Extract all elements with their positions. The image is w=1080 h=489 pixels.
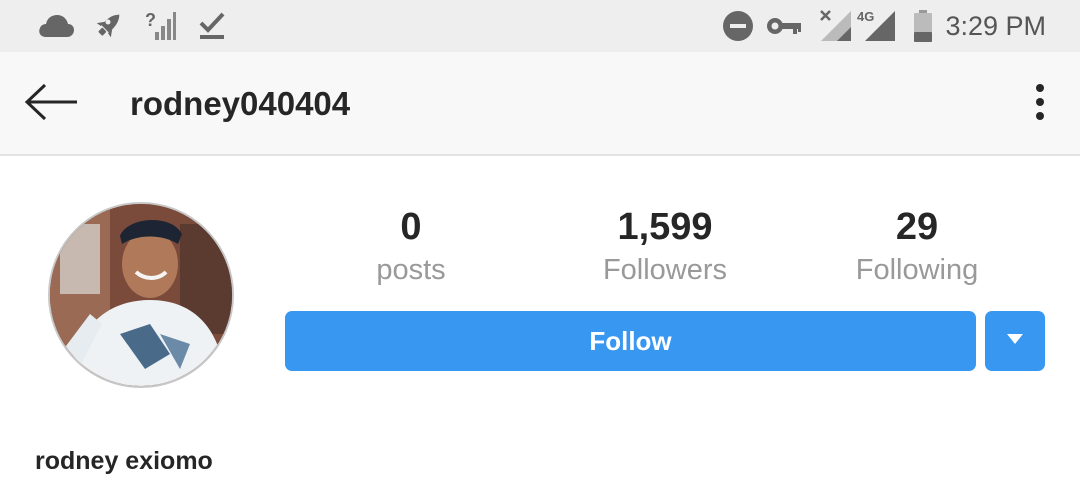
svg-text:?: ? — [145, 10, 156, 30]
caret-down-icon — [1006, 332, 1024, 350]
more-options-button[interactable] — [1020, 80, 1060, 128]
4g-signal-icon: 4G — [856, 8, 898, 44]
stat-following[interactable]: 29 Following — [797, 200, 1037, 290]
follow-button-label: Follow — [589, 325, 672, 356]
following-count: 29 — [895, 206, 939, 248]
avatar[interactable] — [48, 202, 234, 388]
no-sim-signal-icon — [816, 8, 854, 44]
more-vertical-icon — [1035, 83, 1045, 125]
page-title: rodney040404 — [130, 85, 351, 122]
status-bar: ? 4G 3:29 PM — [0, 0, 1080, 52]
network-type-label: 4G — [857, 9, 874, 24]
followers-count: 1,599 — [617, 206, 713, 248]
followers-label: Followers — [602, 254, 728, 286]
suggested-users-dropdown-button[interactable] — [985, 311, 1045, 371]
no-signal-question-icon: ? — [144, 8, 178, 44]
vpn-key-icon — [764, 8, 804, 44]
download-done-icon — [194, 8, 230, 44]
do-not-disturb-icon — [720, 8, 756, 44]
cloud-icon — [36, 8, 76, 44]
stat-posts[interactable]: 0 posts — [291, 200, 531, 290]
stat-followers[interactable]: 1,599 Followers — [545, 200, 785, 290]
profile-full-name: rodney exiomo — [35, 447, 213, 475]
battery-icon — [910, 8, 936, 44]
profile-photo — [50, 204, 232, 386]
arrow-back-icon — [23, 82, 79, 127]
posts-count: 0 — [400, 206, 422, 248]
back-button[interactable] — [18, 78, 84, 130]
follow-button[interactable]: Follow — [285, 311, 976, 371]
following-label: Following — [855, 254, 979, 286]
status-time: 3:29 PM — [945, 11, 1046, 41]
posts-label: posts — [376, 254, 446, 286]
rocket-icon — [88, 8, 128, 44]
app-bar: rodney040404 — [0, 52, 1080, 156]
